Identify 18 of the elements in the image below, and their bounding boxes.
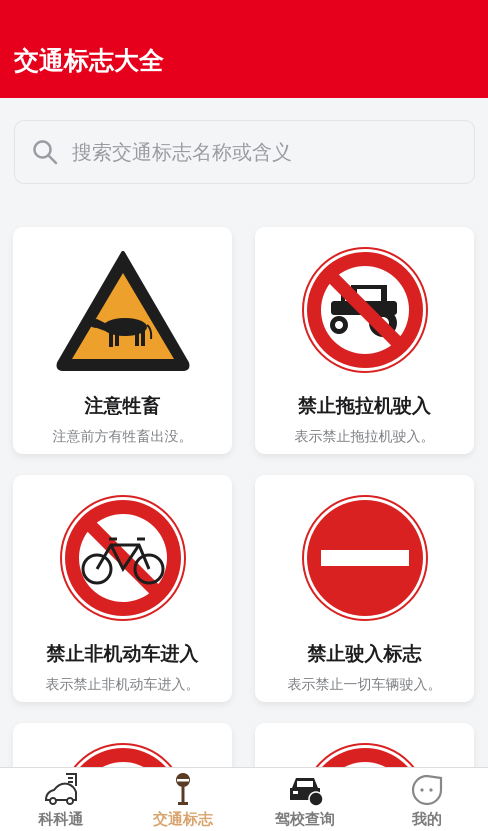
- sign-description: 注意前方有牲畜出没。: [52, 428, 192, 447]
- sign-name: 禁止非机动车进入: [46, 643, 198, 666]
- sign-card[interactable]: 禁止拖拉机驶入 表示禁止拖拉机驶入。: [255, 227, 474, 454]
- sign-description: 表示禁止拖拉机驶入。: [294, 428, 434, 447]
- search-field[interactable]: 搜索交通标志名称或含义: [14, 120, 475, 184]
- sign-card[interactable]: 禁止驶入标志 表示禁止一切车辆驶入。: [255, 475, 474, 702]
- car-icon: [42, 772, 80, 806]
- sign-name: 注意牲畜: [84, 395, 160, 418]
- sign-card[interactable]: 注意牲畜 注意前方有牲畜出没。: [13, 227, 232, 454]
- sign-description: 表示禁止非机动车进入。: [46, 676, 200, 695]
- tab-item[interactable]: 我的: [366, 768, 488, 831]
- sign-card[interactable]: 禁止非机动车进入 表示禁止非机动车进入。: [13, 475, 232, 702]
- page-title: 交通标志大全: [14, 46, 164, 76]
- tab-item[interactable]: 科科通: [0, 768, 122, 831]
- sign-description: 表示禁止一切车辆驶入。: [288, 676, 442, 695]
- sign-name: 禁止拖拉机驶入: [298, 395, 431, 418]
- sign-name: 禁止驶入标志: [308, 643, 422, 666]
- tab-item[interactable]: 驾校查询: [244, 768, 366, 831]
